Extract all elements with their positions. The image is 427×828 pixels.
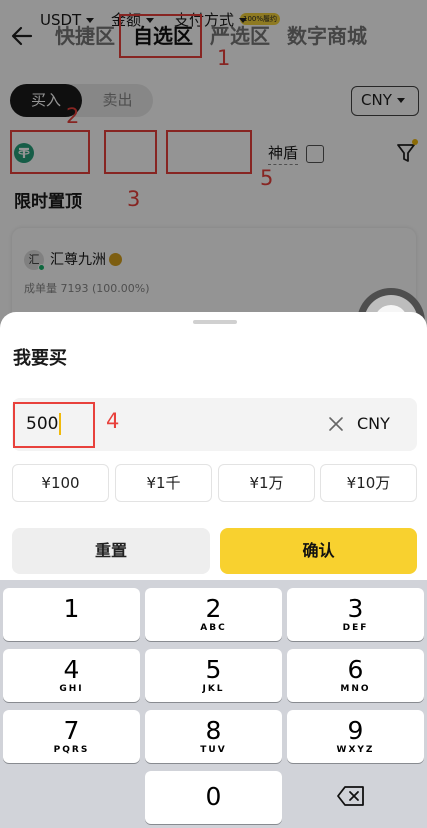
drag-handle[interactable] xyxy=(193,320,237,324)
key-letters: TUV xyxy=(200,745,227,755)
backspace-icon[interactable] xyxy=(336,785,366,807)
key-6[interactable]: 6 MNO xyxy=(287,649,424,702)
quick-amount-100k[interactable]: ¥10万 xyxy=(320,464,417,502)
quick-amount-100[interactable]: ¥100 xyxy=(12,464,109,502)
key-3[interactable]: 3 DEF xyxy=(287,588,424,641)
key-1[interactable]: 1 xyxy=(3,588,140,641)
key-letters: DEF xyxy=(342,623,369,633)
key-letters: MNO xyxy=(340,684,371,694)
numeric-keypad: 1 2 ABC 3 DEF 4 GHI 5 JKL 6 MNO 7 PQRS 8 TUV 9W… xyxy=(0,580,427,828)
amount-currency: CNY xyxy=(357,414,390,433)
key-digit: 7 xyxy=(63,716,80,745)
key-9[interactable]: 9 WXYZ xyxy=(287,710,424,763)
quick-amount-1k[interactable]: ¥1千 xyxy=(115,464,212,502)
confirm-button[interactable]: 确认 xyxy=(220,528,417,574)
reset-button[interactable]: 重置 xyxy=(12,528,210,574)
key-letters: PQRS xyxy=(53,745,90,755)
annotation-number-4: 4 xyxy=(106,409,120,433)
sheet-title: 我要买 xyxy=(13,348,67,369)
key-digit: 9 xyxy=(347,716,364,745)
key-digit: 1 xyxy=(63,594,80,623)
key-digit: 3 xyxy=(347,594,364,623)
key-digit: 6 xyxy=(347,655,364,684)
key-5[interactable]: 5 JKL xyxy=(145,649,282,702)
key-digit: 4 xyxy=(63,655,80,684)
quick-amount-10k[interactable]: ¥1万 xyxy=(218,464,315,502)
key-digit: 2 xyxy=(205,594,222,623)
key-7[interactable]: 7 PQRS xyxy=(3,710,140,763)
key-8[interactable]: 8 TUV xyxy=(145,710,282,763)
key-digit: 0 xyxy=(205,782,222,811)
key-digit: 8 xyxy=(205,716,222,745)
key-digit: 5 xyxy=(205,655,222,684)
key-letters: JKL xyxy=(202,684,225,694)
key-letters: GHI xyxy=(59,684,84,694)
clear-icon[interactable] xyxy=(328,416,344,432)
annotation-box-4 xyxy=(13,402,95,448)
key-letters: WXYZ xyxy=(336,745,375,755)
key-2[interactable]: 2 ABC xyxy=(145,588,282,641)
key-0[interactable]: 0 xyxy=(145,771,282,824)
key-letters: ABC xyxy=(200,623,227,633)
key-4[interactable]: 4 GHI xyxy=(3,649,140,702)
